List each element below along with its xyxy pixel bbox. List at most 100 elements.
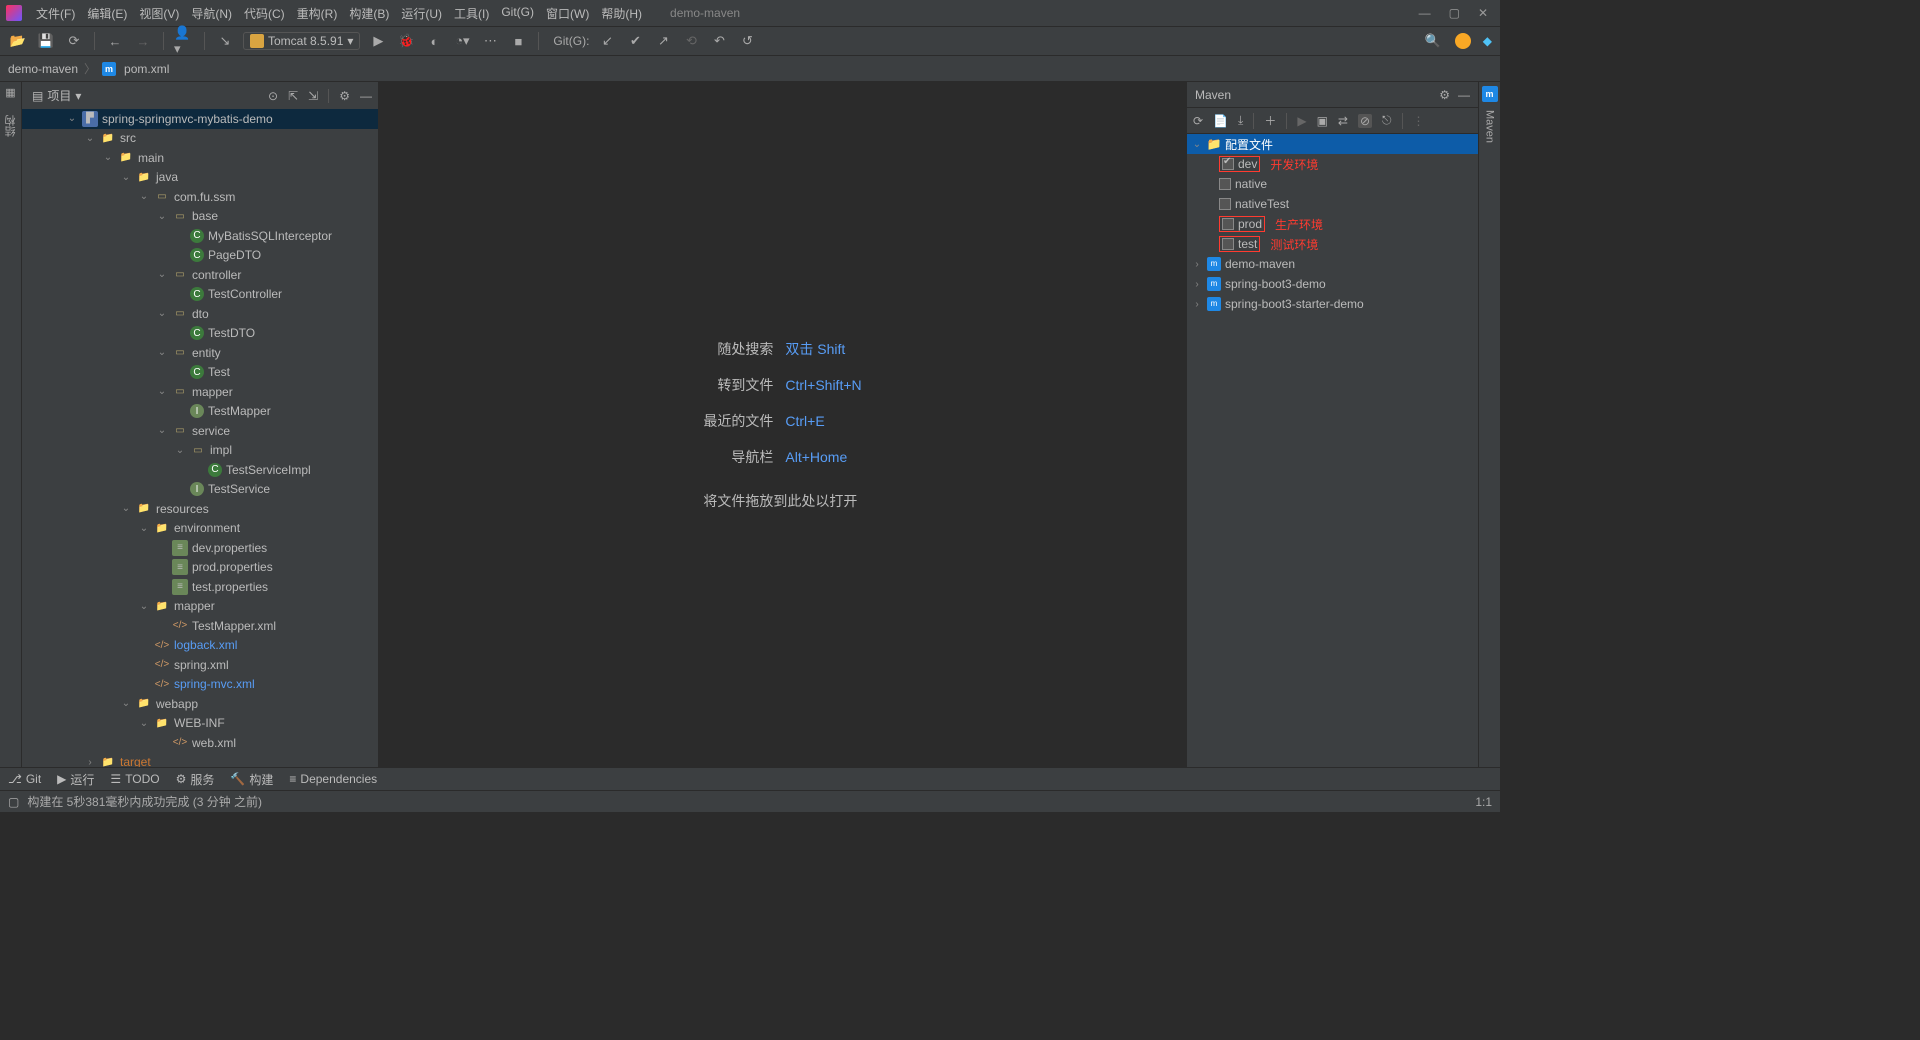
bottom-tab-git[interactable]: ⎇Git: [8, 772, 41, 786]
tree-node[interactable]: ⌄📁src: [22, 129, 378, 149]
git-revert-icon[interactable]: ↶: [709, 31, 729, 51]
tree-node[interactable]: ⌄▭entity: [22, 343, 378, 363]
checkbox-icon[interactable]: [1222, 158, 1234, 170]
menu-item[interactable]: 视图(V): [133, 3, 185, 24]
hide-icon[interactable]: —: [1458, 88, 1470, 102]
save-icon[interactable]: 💾: [36, 31, 56, 51]
tree-node[interactable]: ⌄▭base: [22, 207, 378, 227]
close-icon[interactable]: ✕: [1478, 6, 1488, 20]
maven-tree[interactable]: ⌄📁配置文件dev开发环境nativenativeTestprod生产环境tes…: [1187, 134, 1478, 767]
show-settings-icon[interactable]: ⎋: [1382, 113, 1392, 128]
maximize-icon[interactable]: ▢: [1449, 6, 1460, 20]
breadcrumb-project[interactable]: demo-maven: [8, 62, 78, 76]
collapse-icon[interactable]: ⋮: [1413, 114, 1425, 128]
expand-arrow-icon[interactable]: ›: [84, 757, 96, 767]
run-icon[interactable]: ▶: [368, 31, 388, 51]
git-push-icon[interactable]: ↗: [653, 31, 673, 51]
menu-item[interactable]: 导航(N): [185, 3, 238, 24]
menu-item[interactable]: Git(G): [495, 3, 540, 24]
toggle-offline-icon[interactable]: ⇄: [1338, 114, 1348, 128]
maven-tab-label[interactable]: Maven: [1484, 104, 1496, 149]
maven-module[interactable]: ›mspring-boot3-starter-demo: [1187, 294, 1478, 314]
tree-node[interactable]: ≡dev.properties: [22, 538, 378, 558]
chevron-down-icon[interactable]: ▾: [75, 89, 81, 103]
tree-node[interactable]: ⌄📁webapp: [22, 694, 378, 714]
tree-node[interactable]: CTestServiceImpl: [22, 460, 378, 480]
tree-node[interactable]: ⌄▛spring-springmvc-mybatis-demo: [22, 109, 378, 129]
tree-node[interactable]: ⌄📁main: [22, 148, 378, 168]
expand-arrow-icon[interactable]: ⌄: [156, 211, 168, 222]
tree-node[interactable]: ⌄📁WEB-INF: [22, 714, 378, 734]
maven-profile-dev[interactable]: dev开发环境: [1187, 154, 1478, 174]
tree-node[interactable]: ⌄▭controller: [22, 265, 378, 285]
download-icon[interactable]: ⤓: [1238, 113, 1243, 128]
menu-item[interactable]: 重构(R): [291, 3, 344, 24]
expand-arrow-icon[interactable]: ⌄: [138, 191, 150, 202]
tree-node[interactable]: ⌄📁mapper: [22, 597, 378, 617]
reload-icon[interactable]: ⟳: [1193, 114, 1203, 128]
menu-item[interactable]: 运行(U): [395, 3, 448, 24]
run-config-selector[interactable]: Tomcat 8.5.91 ▾: [243, 32, 360, 50]
generate-sources-icon[interactable]: 📄: [1213, 114, 1228, 128]
hide-icon[interactable]: —: [360, 89, 372, 103]
execute-goal-icon[interactable]: ▣: [1317, 114, 1328, 128]
attach-icon[interactable]: ⋯: [480, 31, 500, 51]
project-tab-icon[interactable]: ▦: [5, 86, 15, 99]
hammer-icon[interactable]: ↘: [215, 31, 235, 51]
breadcrumb-file[interactable]: pom.xml: [124, 62, 169, 76]
structure-tab[interactable]: 结构: [3, 109, 19, 143]
expand-arrow-icon[interactable]: ⌄: [156, 269, 168, 280]
expand-arrow-icon[interactable]: ⌄: [102, 152, 114, 163]
maven-profile-nativeTest[interactable]: nativeTest: [1187, 194, 1478, 214]
open-icon[interactable]: 📂: [8, 31, 28, 51]
tree-node[interactable]: ⌄▭dto: [22, 304, 378, 324]
bottom-tab-服务[interactable]: ⚙服务: [176, 771, 215, 788]
back-icon[interactable]: ←: [105, 31, 125, 51]
maven-profile-test[interactable]: test测试环境: [1187, 234, 1478, 254]
checkbox-icon[interactable]: [1222, 218, 1234, 230]
tree-node[interactable]: </>web.xml: [22, 733, 378, 753]
expand-arrow-icon[interactable]: ⌄: [138, 718, 150, 729]
tree-node[interactable]: ⌄▭impl: [22, 441, 378, 461]
menu-item[interactable]: 构建(B): [343, 3, 395, 24]
tree-node[interactable]: CTestDTO: [22, 324, 378, 344]
expand-arrow-icon[interactable]: ⌄: [84, 133, 96, 144]
expand-arrow-icon[interactable]: ⌄: [120, 503, 132, 514]
expand-arrow-icon[interactable]: ⌄: [120, 172, 132, 183]
bottom-tab-dependencies[interactable]: ≡Dependencies: [289, 772, 377, 786]
menu-item[interactable]: 编辑(E): [81, 3, 133, 24]
git-commit-icon[interactable]: ✔: [625, 31, 645, 51]
project-tree[interactable]: ⌄▛spring-springmvc-mybatis-demo⌄📁src⌄📁ma…: [22, 109, 378, 767]
menu-item[interactable]: 代码(C): [238, 3, 291, 24]
git-rollback-icon[interactable]: ↺: [737, 31, 757, 51]
git-history-icon[interactable]: ⟲: [681, 31, 701, 51]
checkbox-icon[interactable]: [1222, 238, 1234, 250]
tree-node[interactable]: </>logback.xml: [22, 636, 378, 656]
maven-module[interactable]: ›mdemo-maven: [1187, 254, 1478, 274]
bottom-tab-运行[interactable]: ▶运行: [57, 771, 94, 788]
expand-arrow-icon[interactable]: ⌄: [156, 347, 168, 358]
tree-node[interactable]: </>spring.xml: [22, 655, 378, 675]
tree-node[interactable]: ⌄📁environment: [22, 519, 378, 539]
expand-arrow-icon[interactable]: ⌄: [174, 445, 186, 456]
expand-arrow-icon[interactable]: ⌄: [156, 386, 168, 397]
search-icon[interactable]: 🔍: [1423, 31, 1443, 51]
sync-icon[interactable]: ⟳: [64, 31, 84, 51]
maven-profiles-node[interactable]: ⌄📁配置文件: [1187, 134, 1478, 154]
tree-node[interactable]: ≡test.properties: [22, 577, 378, 597]
expand-arrow-icon[interactable]: ⌄: [156, 425, 168, 436]
tree-node[interactable]: </>spring-mvc.xml: [22, 675, 378, 695]
coverage-icon[interactable]: ◐: [424, 31, 444, 51]
ide-feature-icon[interactable]: ◆: [1483, 34, 1492, 48]
tree-node[interactable]: ITestService: [22, 480, 378, 500]
profile-icon[interactable]: ◔▾: [452, 31, 472, 51]
menu-item[interactable]: 文件(F): [30, 3, 81, 24]
maven-tab-icon[interactable]: m: [1482, 86, 1498, 102]
collapse-all-icon[interactable]: ⇲: [308, 89, 318, 103]
tree-node[interactable]: ›📁target: [22, 753, 378, 768]
expand-arrow-icon[interactable]: ⌄: [156, 308, 168, 319]
git-update-icon[interactable]: ↙: [597, 31, 617, 51]
tree-node[interactable]: ⌄▭com.fu.ssm: [22, 187, 378, 207]
maven-profile-prod[interactable]: prod生产环境: [1187, 214, 1478, 234]
add-icon[interactable]: ＋: [1264, 112, 1276, 129]
